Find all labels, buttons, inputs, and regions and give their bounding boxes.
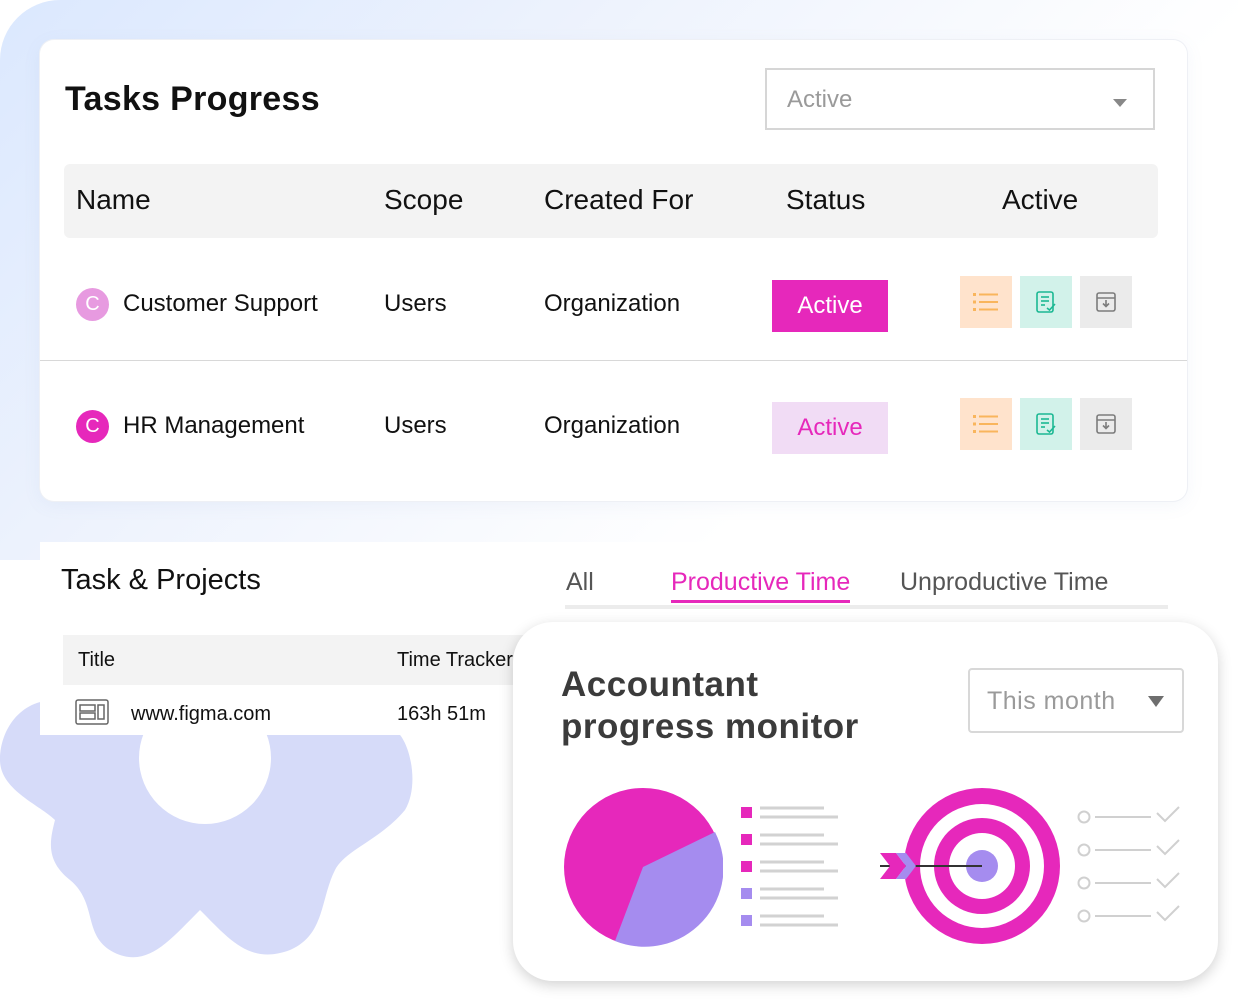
archive-action-button[interactable] xyxy=(1080,398,1132,450)
status-badge[interactable]: Active xyxy=(772,402,888,454)
status-filter-value: Active xyxy=(787,86,853,113)
tasks-progress-card: Tasks Progress Active Name Scope Created… xyxy=(40,40,1187,501)
list-action-button[interactable] xyxy=(960,398,1012,450)
period-select-value: This month xyxy=(987,687,1116,715)
archive-icon xyxy=(1096,292,1116,312)
column-header-time-tracker: Time Tracker xyxy=(397,649,513,671)
legend-list-illustration xyxy=(741,806,838,927)
progress-monitor-card: Accountant progress monitor This month xyxy=(513,622,1218,981)
period-select[interactable]: This month xyxy=(968,668,1184,733)
archive-icon xyxy=(1096,414,1116,434)
browser-window-icon xyxy=(75,699,109,725)
tab-unproductive-time[interactable]: Unproductive Time xyxy=(900,568,1108,597)
monitor-title-line-1: Accountant xyxy=(561,665,759,704)
avatar: C xyxy=(76,288,109,321)
avatar: C xyxy=(76,410,109,443)
status-badge[interactable]: Active xyxy=(772,280,888,332)
notes-action-button[interactable] xyxy=(1020,276,1072,328)
project-title[interactable]: www.figma.com xyxy=(131,703,271,726)
list-icon xyxy=(973,293,998,311)
table-header: Name Scope Created For Status Active xyxy=(64,164,1158,238)
task-name: Customer Support xyxy=(123,290,318,317)
tasks-progress-title: Tasks Progress xyxy=(65,80,320,118)
column-header-status: Status xyxy=(786,184,866,215)
target-icon xyxy=(880,788,1060,944)
status-filter-select[interactable]: Active xyxy=(765,68,1155,130)
table-row: C HR Management Users Organization Activ… xyxy=(40,372,1187,482)
monitor-title: Accountant progress monitor xyxy=(561,664,921,748)
notes-icon xyxy=(1036,413,1056,435)
column-header-active: Active xyxy=(1002,184,1079,215)
list-icon xyxy=(973,415,998,433)
tabs-divider xyxy=(565,605,1168,609)
column-header-scope: Scope xyxy=(384,184,464,215)
project-time: 163h 51m xyxy=(397,703,486,725)
list-action-button[interactable] xyxy=(960,276,1012,328)
notes-action-button[interactable] xyxy=(1020,398,1072,450)
monitor-title-line-2: progress monitor xyxy=(561,707,859,746)
chevron-down-icon xyxy=(1113,99,1127,107)
chevron-down-icon xyxy=(1148,696,1164,707)
projects-table-header: Title Time Tracker xyxy=(63,635,583,685)
task-created-for: Organization xyxy=(544,290,681,317)
task-created-for: Organization xyxy=(544,412,681,439)
tab-all[interactable]: All xyxy=(566,568,594,597)
column-header-title: Title xyxy=(78,649,116,671)
column-header-created-for: Created For xyxy=(544,184,694,215)
notes-icon xyxy=(1036,291,1056,313)
pie-chart-illustration xyxy=(564,788,723,947)
task-name: HR Management xyxy=(123,412,305,439)
column-header-name: Name xyxy=(76,184,151,215)
table-row: C Customer Support Users Organization Ac… xyxy=(40,250,1187,361)
archive-action-button[interactable] xyxy=(1080,276,1132,328)
checklist-icon xyxy=(1077,806,1180,923)
task-scope: Users xyxy=(384,412,447,439)
tab-productive-time[interactable]: Productive Time xyxy=(671,568,850,597)
task-projects-title: Task & Projects xyxy=(61,564,261,596)
task-scope: Users xyxy=(384,290,447,317)
active-tab-indicator xyxy=(671,600,850,603)
